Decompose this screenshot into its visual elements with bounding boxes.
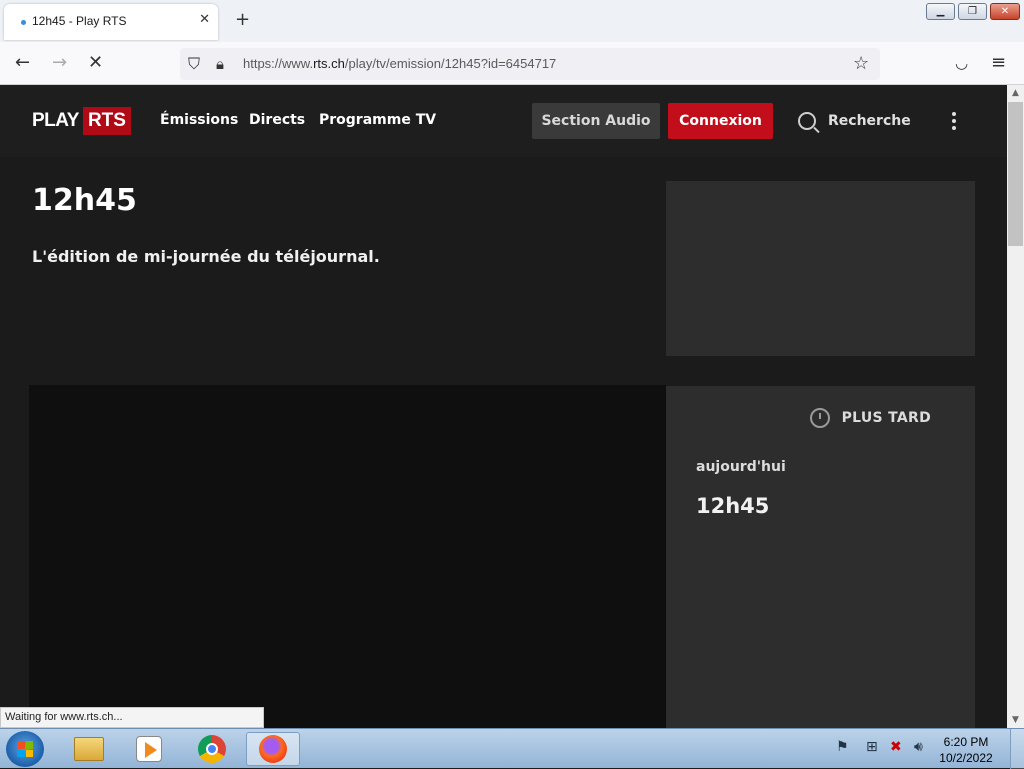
- upcoming-panel: PLUS TARD aujourd'hui 12h45: [666, 386, 975, 728]
- show-description: L'édition de mi-journée du téléjournal.: [32, 247, 380, 266]
- logo-rts-text: RTS: [82, 107, 131, 135]
- system-clock[interactable]: 6:20 PM 10/2/2022: [935, 734, 997, 766]
- upcoming-heading: PLUS TARD: [809, 408, 931, 428]
- address-bar[interactable]: ⛉ 🔒︎ https://www.rts.ch/play/tv/emission…: [180, 48, 880, 80]
- nav-programme-tv[interactable]: Programme TV: [319, 112, 436, 128]
- section-audio-button[interactable]: Section Audio: [532, 103, 660, 139]
- show-desktop-button[interactable]: [1010, 729, 1024, 769]
- loading-dot-icon: [21, 20, 26, 25]
- more-options-icon[interactable]: [952, 112, 958, 133]
- site-header: PLAY RTS Émissions Directs Programme TV …: [0, 85, 1007, 157]
- stop-loading-icon[interactable]: ✕: [88, 52, 103, 74]
- play-rts-logo[interactable]: PLAY RTS: [32, 105, 131, 137]
- back-arrow-icon[interactable]: ←: [15, 52, 30, 74]
- nav-emissions[interactable]: Émissions: [160, 112, 238, 128]
- firefox-icon: [259, 735, 287, 763]
- menu-hamburger-icon[interactable]: ≡: [991, 52, 1006, 74]
- taskbar-firefox[interactable]: [246, 732, 300, 766]
- scroll-down-icon[interactable]: ▼: [1007, 712, 1024, 728]
- chrome-icon: [198, 735, 226, 763]
- close-window-button[interactable]: ✕: [990, 3, 1020, 20]
- page-title: 12h45: [32, 183, 137, 218]
- new-tab-button[interactable]: +: [235, 10, 250, 30]
- page-scrollbar[interactable]: ▲ ▼: [1007, 85, 1024, 728]
- upcoming-show-name[interactable]: 12h45: [696, 494, 769, 518]
- search-icon: [798, 112, 816, 130]
- web-page: PLAY RTS Émissions Directs Programme TV …: [0, 85, 1007, 728]
- start-button[interactable]: [6, 731, 44, 767]
- close-icon: ✕: [1000, 6, 1010, 17]
- nav-directs[interactable]: Directs: [249, 112, 305, 128]
- search-label: Recherche: [828, 113, 911, 129]
- tray-flag-icon[interactable]: ⚑: [836, 739, 849, 755]
- browser-status-bar: Waiting for www.rts.ch...: [0, 707, 264, 728]
- windows-logo-icon: [17, 741, 33, 757]
- forward-arrow-icon[interactable]: →: [52, 52, 67, 74]
- windows-taskbar: ⚑ ⊞ ✖ 🔊︎ 6:20 PM 10/2/2022: [0, 728, 1024, 769]
- taskbar-chrome[interactable]: [185, 732, 239, 766]
- pocket-icon[interactable]: ◡: [955, 52, 968, 74]
- show-image-placeholder: [666, 181, 975, 356]
- scroll-up-icon[interactable]: ▲: [1007, 85, 1024, 101]
- taskbar-explorer[interactable]: [62, 732, 116, 766]
- tab-close-icon[interactable]: ✕: [199, 12, 210, 27]
- clock-icon: [809, 408, 830, 428]
- lock-icon[interactable]: 🔒︎: [216, 53, 224, 75]
- maximize-button[interactable]: ❐: [958, 3, 987, 20]
- clock-date: 10/2/2022: [939, 751, 993, 765]
- shield-icon[interactable]: ⛉: [188, 53, 200, 75]
- action-center-icon[interactable]: ✖: [890, 739, 902, 755]
- video-player[interactable]: [29, 385, 666, 728]
- minimize-button[interactable]: ▁: [926, 3, 955, 20]
- network-icon[interactable]: ⊞: [866, 739, 878, 755]
- url-text[interactable]: https://www.rts.ch/play/tv/emission/12h4…: [243, 56, 556, 71]
- bookmark-star-icon[interactable]: ☆: [853, 53, 869, 75]
- volume-icon[interactable]: 🔊︎: [914, 739, 923, 755]
- folder-icon: [74, 737, 104, 761]
- search-button[interactable]: Recherche: [798, 109, 911, 133]
- tab-title: 12h45 - Play RTS: [32, 14, 127, 28]
- login-button[interactable]: Connexion: [668, 103, 773, 139]
- upcoming-heading-label: PLUS TARD: [841, 410, 931, 426]
- scrollbar-thumb[interactable]: [1008, 102, 1023, 246]
- browser-tab[interactable]: 12h45 - Play RTS ✕: [4, 4, 218, 40]
- upcoming-day: aujourd'hui: [696, 459, 786, 475]
- browser-titlebar: 12h45 - Play RTS ✕ + ▁ ❐ ✕: [0, 0, 1024, 42]
- clock-time: 6:20 PM: [943, 735, 989, 749]
- minimize-icon: ▁: [936, 6, 945, 17]
- restore-icon: ❐: [968, 6, 977, 17]
- url-domain: rts.ch: [313, 56, 345, 71]
- taskbar-media-player[interactable]: [122, 732, 176, 766]
- media-player-icon: [136, 736, 162, 762]
- logo-play-text: PLAY: [32, 110, 79, 131]
- browser-navbar: ← → ✕ ⛉ 🔒︎ https://www.rts.ch/play/tv/em…: [0, 42, 1024, 85]
